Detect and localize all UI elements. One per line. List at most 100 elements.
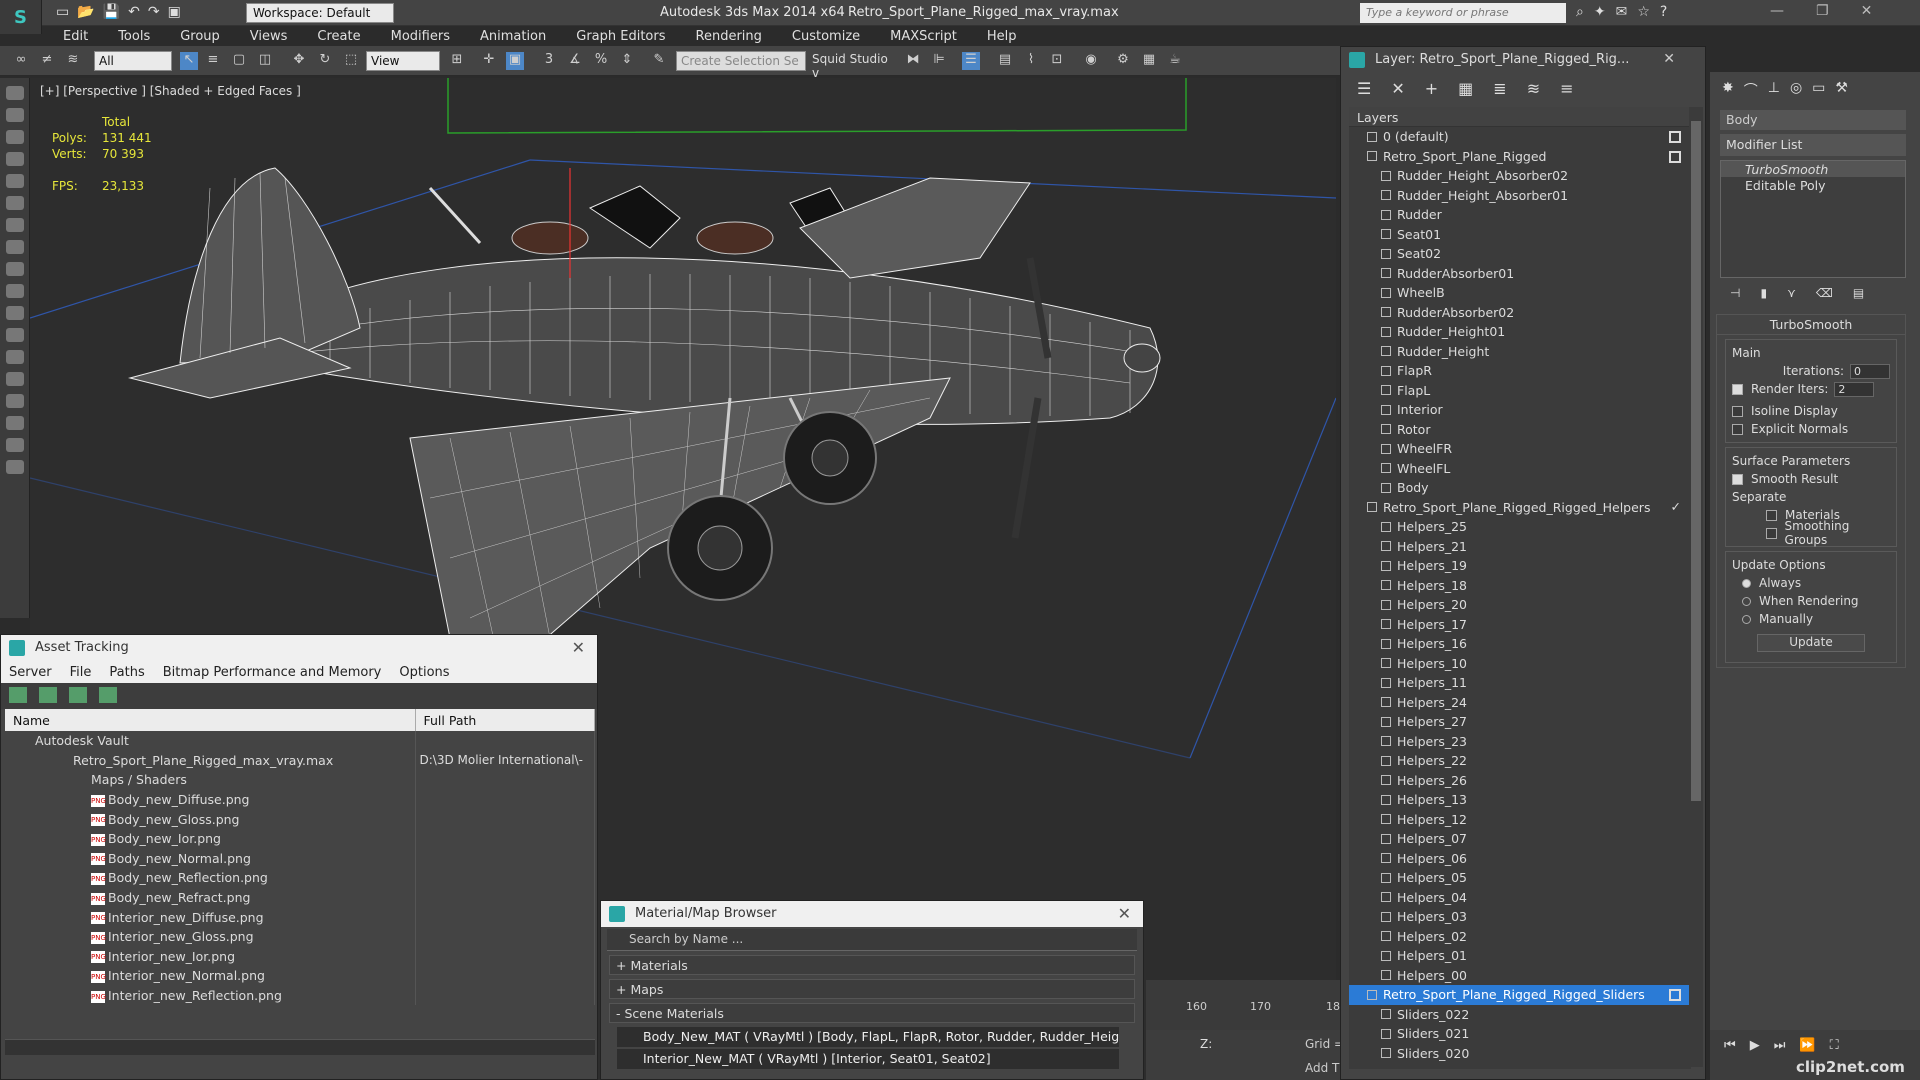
- layer-item[interactable]: Helpers_12: [1349, 810, 1691, 830]
- layer-item[interactable]: Helpers_21: [1349, 537, 1691, 557]
- table-row[interactable]: PNG Interior_new_Normal.png: [5, 966, 595, 986]
- always-radio[interactable]: [1742, 578, 1751, 588]
- minimize-icon[interactable]: —: [1770, 3, 1784, 19]
- layer-item[interactable]: Helpers_05: [1349, 868, 1691, 888]
- layer-item[interactable]: WheelFL: [1349, 459, 1691, 479]
- pin-stack-icon[interactable]: ⊣: [1730, 286, 1740, 304]
- stack-item-turbosmooth[interactable]: TurboSmooth: [1721, 161, 1905, 177]
- table-row[interactable]: PNG Body_new_Refract.png: [5, 887, 595, 908]
- spinner-snap-icon[interactable]: ⇕: [618, 52, 636, 70]
- link-icon[interactable]: ∞: [12, 52, 30, 70]
- smoothing-groups-checkbox[interactable]: [1766, 527, 1777, 539]
- subscription-icon[interactable]: ✦: [1594, 4, 1606, 20]
- bind-space-warp-icon[interactable]: ≋: [64, 52, 82, 70]
- current-layer-check-icon[interactable]: ✓: [1671, 499, 1681, 514]
- menu-edit[interactable]: Edit: [63, 29, 88, 44]
- menu-options[interactable]: Options: [399, 665, 449, 680]
- table-row[interactable]: PNG Body_new_Diffuse.png: [5, 789, 595, 810]
- table-row[interactable]: Maps / Shaders: [5, 770, 595, 790]
- layer-item[interactable]: WheelB: [1349, 283, 1691, 303]
- undo-icon[interactable]: ↶: [128, 4, 140, 20]
- add-time-tag[interactable]: Add T: [1305, 1061, 1339, 1075]
- reference-coordinate-select[interactable]: View: [366, 51, 440, 71]
- menu-paths[interactable]: Paths: [109, 665, 144, 680]
- tool-icon[interactable]: [6, 328, 24, 342]
- tool-icon[interactable]: [6, 394, 24, 408]
- layer-item[interactable]: FlapL: [1349, 381, 1691, 401]
- communication-icon[interactable]: ✉: [1616, 4, 1628, 20]
- ribbon-icon[interactable]: ▤: [996, 52, 1014, 70]
- layer-current-checkbox[interactable]: [1669, 131, 1681, 143]
- layer-item[interactable]: Seat01: [1349, 225, 1691, 245]
- next-frame-icon[interactable]: ⏭: [1774, 1038, 1786, 1072]
- layer-item[interactable]: Helpers_24: [1349, 693, 1691, 713]
- window-crossing-icon[interactable]: ◫: [256, 52, 274, 70]
- isoline-checkbox[interactable]: [1732, 405, 1743, 417]
- viewport-label[interactable]: [+] [Perspective ] [Shaded + Edged Faces…: [40, 84, 301, 98]
- tool-icon[interactable]: [6, 196, 24, 210]
- layer-item[interactable]: Helpers_17: [1349, 615, 1691, 635]
- category-scene-materials[interactable]: - Scene Materials: [609, 1003, 1135, 1023]
- motion-tab-icon[interactable]: ◎: [1790, 80, 1802, 98]
- tool-icon[interactable]: [6, 460, 24, 474]
- layer-item[interactable]: Helpers_20: [1349, 595, 1691, 615]
- scale-icon[interactable]: ⬚: [342, 52, 360, 70]
- menu-maxscript[interactable]: MAXScript: [890, 29, 957, 44]
- close-icon[interactable]: ✕: [1861, 3, 1873, 19]
- layer-item[interactable]: Helpers_16: [1349, 634, 1691, 654]
- layer-item[interactable]: Rudder_Height_Absorber01: [1349, 186, 1691, 206]
- delete-icon[interactable]: ✕: [1391, 79, 1404, 98]
- tool-icon[interactable]: [6, 284, 24, 298]
- table-row[interactable]: PNG Body_new_Gloss.png: [5, 809, 595, 829]
- table-row[interactable]: Retro_Sport_Plane_Rigged_max_vray.max D:\…: [5, 750, 595, 771]
- selection-filter-select[interactable]: All: [94, 51, 172, 71]
- app-logo-icon[interactable]: S: [0, 0, 42, 34]
- modify-tab-icon[interactable]: ⌒: [1744, 80, 1758, 99]
- close-icon[interactable]: ✕: [572, 638, 585, 657]
- smooth-result-checkbox[interactable]: [1732, 473, 1743, 485]
- hierarchy-tab-icon[interactable]: ⊥: [1768, 80, 1780, 98]
- layer-item[interactable]: WheelFR: [1349, 439, 1691, 459]
- save-icon[interactable]: 💾: [103, 4, 120, 20]
- manually-radio[interactable]: [1742, 614, 1751, 624]
- layer-item[interactable]: Helpers_06: [1349, 849, 1691, 869]
- redo-icon[interactable]: ↷: [148, 4, 160, 20]
- tool-icon[interactable]: [6, 108, 24, 122]
- tool-icon[interactable]: [6, 306, 24, 320]
- layer-item[interactable]: FlapR: [1349, 361, 1691, 381]
- layer-item[interactable]: 0 (default): [1349, 127, 1691, 147]
- render-iters-checkbox[interactable]: [1732, 383, 1743, 395]
- menu-bitmap-performance[interactable]: Bitmap Performance and Memory: [163, 665, 382, 680]
- new-file-icon[interactable]: ▭: [56, 4, 69, 20]
- help-icon[interactable]: ?: [1660, 4, 1667, 20]
- layer-item[interactable]: Retro_Sport_Plane_Rigged: [1349, 147, 1691, 167]
- menu-tools[interactable]: Tools: [118, 29, 150, 44]
- create-layer-icon[interactable]: ☰: [1357, 79, 1371, 98]
- rotate-icon[interactable]: ↻: [316, 52, 334, 70]
- render-iters-spinner[interactable]: 2: [1834, 381, 1875, 397]
- named-selection-set-input[interactable]: Create Selection Se: [676, 51, 806, 71]
- table-view-icon[interactable]: [99, 687, 117, 703]
- horizontal-scrollbar[interactable]: [5, 1039, 595, 1055]
- select-object-icon[interactable]: ↖: [180, 52, 198, 70]
- column-name[interactable]: Name: [5, 709, 416, 731]
- menu-file[interactable]: File: [70, 665, 92, 680]
- utilities-tab-icon[interactable]: ⚒: [1835, 80, 1848, 98]
- help-search-input[interactable]: Type a keyword or phrase: [1360, 3, 1566, 23]
- layer-item[interactable]: Body: [1349, 478, 1691, 498]
- squid-studio-button[interactable]: Squid Studio v: [812, 52, 898, 80]
- display-tab-icon[interactable]: ▭: [1812, 80, 1825, 98]
- table-row[interactable]: PNG Body_new_Normal.png: [5, 848, 595, 869]
- open-file-icon[interactable]: 📂: [77, 4, 94, 20]
- layer-item[interactable]: Sliders_021: [1349, 1024, 1691, 1044]
- table-row[interactable]: PNG Interior_new_Gloss.png: [5, 926, 595, 947]
- tool-icon[interactable]: [6, 86, 24, 100]
- menu-animation[interactable]: Animation: [480, 29, 546, 44]
- unlink-icon[interactable]: ≠: [38, 52, 56, 70]
- close-icon[interactable]: ✕: [1663, 51, 1675, 67]
- keyboard-shortcut-icon[interactable]: ▣: [506, 52, 524, 70]
- play-icon[interactable]: ▶: [1750, 1038, 1760, 1072]
- layer-item[interactable]: Helpers_13: [1349, 790, 1691, 810]
- project-folder-icon[interactable]: ▣: [168, 4, 181, 20]
- refresh-icon[interactable]: [9, 687, 27, 703]
